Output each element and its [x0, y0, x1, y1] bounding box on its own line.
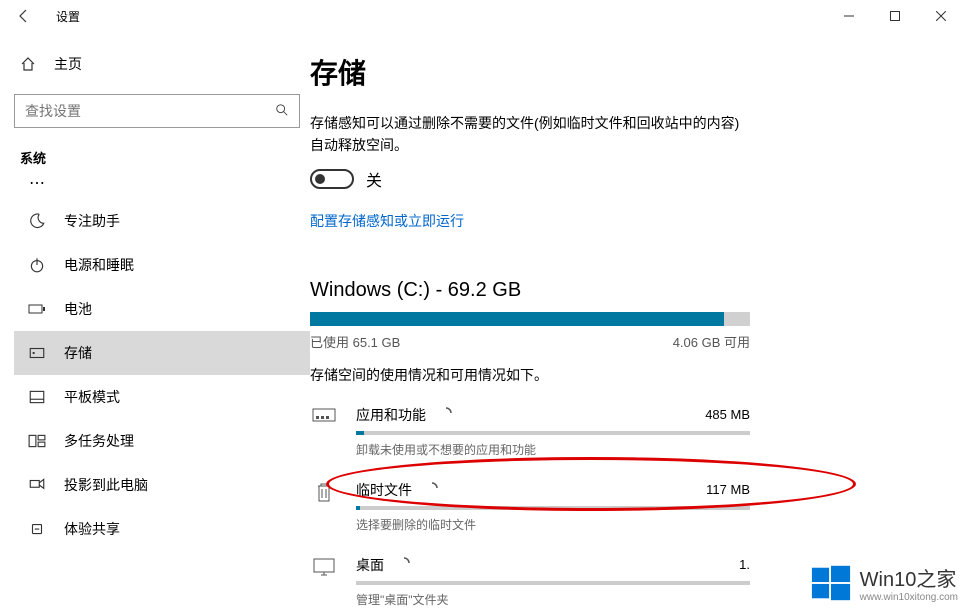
nav-item-partial[interactable]: ⋯	[14, 179, 310, 199]
cat-bar	[356, 431, 750, 435]
tablet-icon	[28, 388, 46, 406]
toggle-label: 关	[366, 167, 382, 191]
category-desktop[interactable]: 桌面 1. 管理"桌面"文件夹	[310, 555, 750, 608]
loading-spinner-icon	[440, 406, 452, 424]
windows-logo-icon	[810, 562, 852, 604]
storage-sense-toggle[interactable]	[310, 169, 354, 189]
nav-item-storage[interactable]: 存储	[14, 331, 310, 375]
storage-icon	[28, 344, 46, 362]
cat-name: 应用和功能	[356, 405, 426, 425]
home-label: 主页	[54, 54, 82, 74]
cat-sub: 选择要删除的临时文件	[356, 516, 750, 533]
desktop-icon	[310, 555, 338, 579]
search-input[interactable]	[14, 94, 300, 128]
nav-item-project[interactable]: 投影到此电脑	[14, 463, 310, 507]
nav-label: 投影到此电脑	[64, 475, 148, 495]
search-icon	[275, 103, 289, 120]
apps-icon	[310, 405, 338, 429]
nav-label: 多任务处理	[64, 431, 134, 451]
cat-name: 临时文件	[356, 480, 412, 500]
watermark: Win10之家 www.win10xitong.com	[810, 562, 958, 604]
project-icon	[28, 476, 46, 494]
home-icon	[20, 56, 36, 72]
used-label: 已使用 65.1 GB	[310, 332, 400, 351]
storage-sense-desc: 存储感知可以通过删除不需要的文件(例如临时文件和回收站中的内容)自动释放空间。	[310, 112, 750, 157]
cat-size: 485 MB	[705, 407, 750, 422]
cat-sub: 管理"桌面"文件夹	[356, 591, 750, 608]
main-content: 存储 存储感知可以通过删除不需要的文件(例如临时文件和回收站中的内容)自动释放空…	[310, 32, 964, 610]
cat-sub: 卸载未使用或不想要的应用和功能	[356, 441, 750, 458]
power-icon	[28, 256, 46, 274]
drive-usage-bar	[310, 312, 750, 326]
nav-label: 专注助手	[64, 211, 120, 231]
nav-item-focus[interactable]: 专注助手	[14, 199, 310, 243]
usage-text: 存储空间的使用情况和可用情况如下。	[310, 365, 940, 385]
loading-spinner-icon	[426, 481, 438, 499]
window-title: 设置	[56, 8, 80, 25]
nav-item-multitask[interactable]: 多任务处理	[14, 419, 310, 463]
nav-item-battery[interactable]: 电池	[14, 287, 310, 331]
cat-size: 1.	[739, 557, 750, 572]
trash-icon	[310, 480, 338, 504]
maximize-button[interactable]	[872, 0, 918, 32]
close-button[interactable]	[918, 0, 964, 32]
group-title: 系统	[14, 146, 310, 175]
drive-title: Windows (C:) - 69.2 GB	[310, 279, 940, 302]
cat-size: 117 MB	[706, 482, 750, 497]
search-field[interactable]	[25, 103, 275, 119]
nav-item-share[interactable]: 体验共享	[14, 507, 310, 551]
drive-usage-fill	[310, 312, 724, 326]
loading-spinner-icon	[398, 556, 410, 574]
back-button[interactable]	[0, 0, 48, 32]
watermark-url: www.win10xitong.com	[860, 592, 958, 603]
category-temp[interactable]: 临时文件 117 MB 选择要删除的临时文件	[310, 480, 750, 533]
nav-icon: ⋯	[28, 179, 46, 192]
nav-label: 平板模式	[64, 387, 120, 407]
nav-label: 体验共享	[64, 519, 120, 539]
configure-link[interactable]: 配置存储感知或立即运行	[310, 211, 940, 231]
nav-label: 电源和睡眠	[64, 255, 134, 275]
share-icon	[28, 520, 46, 538]
battery-icon	[28, 300, 46, 318]
sidebar: 主页 系统 ⋯ 专注助手 电源和睡眠 电池	[0, 32, 310, 610]
minimize-button[interactable]	[826, 0, 872, 32]
nav-item-tablet[interactable]: 平板模式	[14, 375, 310, 419]
moon-icon	[28, 212, 46, 230]
page-title: 存储	[310, 52, 940, 92]
nav-item-power[interactable]: 电源和睡眠	[14, 243, 310, 287]
watermark-brand: Win10之家	[860, 563, 958, 592]
nav-label: 电池	[64, 299, 92, 319]
multitask-icon	[28, 432, 46, 450]
cat-name: 桌面	[356, 555, 384, 575]
home-link[interactable]: 主页	[14, 46, 310, 82]
free-label: 4.06 GB 可用	[673, 332, 750, 351]
cat-bar	[356, 506, 750, 510]
cat-bar	[356, 581, 750, 585]
category-apps[interactable]: 应用和功能 485 MB 卸载未使用或不想要的应用和功能	[310, 405, 750, 458]
nav-label: 存储	[64, 343, 92, 363]
